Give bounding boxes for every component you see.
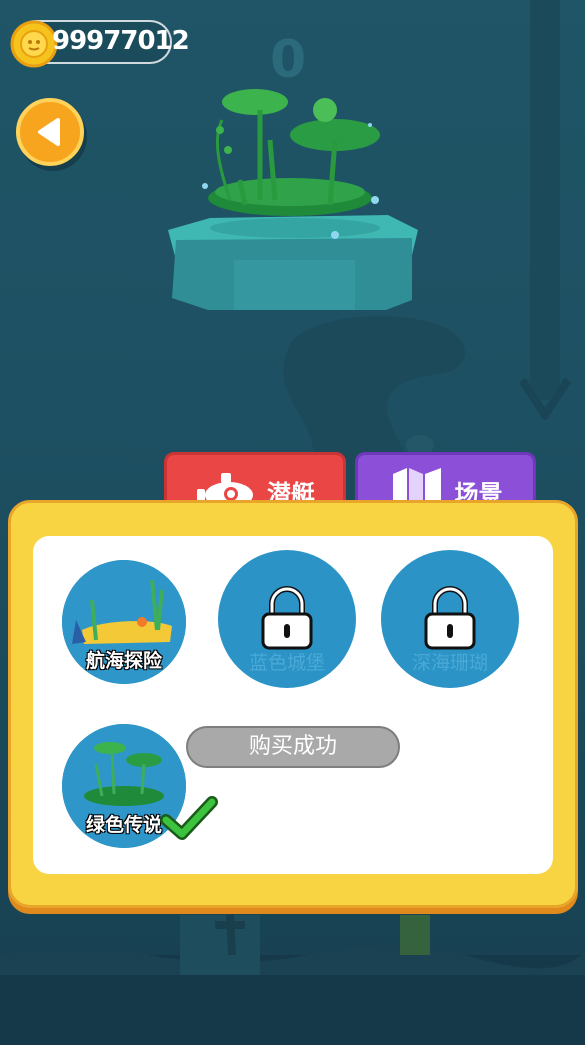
- scene-preview: [168, 89, 418, 310]
- lock-icon: [424, 586, 476, 650]
- check-icon: [160, 796, 218, 840]
- scene-item-blue-castle[interactable]: 蓝色城堡: [218, 550, 356, 688]
- coin-icon: [10, 20, 58, 68]
- right-pipe: [520, 0, 572, 420]
- lock-icon: [261, 586, 313, 650]
- back-button[interactable]: [16, 98, 84, 166]
- scene-label-deep-coral: 深海珊瑚: [411, 652, 488, 674]
- scene-item-deep-coral[interactable]: 深海珊瑚: [381, 550, 519, 688]
- coin-count: 99977012: [52, 26, 190, 56]
- purchase-success-toast: 购买成功: [186, 726, 400, 768]
- scene-label-voyage: 航海探险: [85, 650, 162, 672]
- seabed: [0, 915, 585, 1045]
- scene-item-voyage[interactable]: 航海探险: [62, 560, 186, 684]
- back-arrow-icon: [38, 118, 60, 146]
- scene-label-blue-castle: 蓝色城堡: [248, 652, 325, 674]
